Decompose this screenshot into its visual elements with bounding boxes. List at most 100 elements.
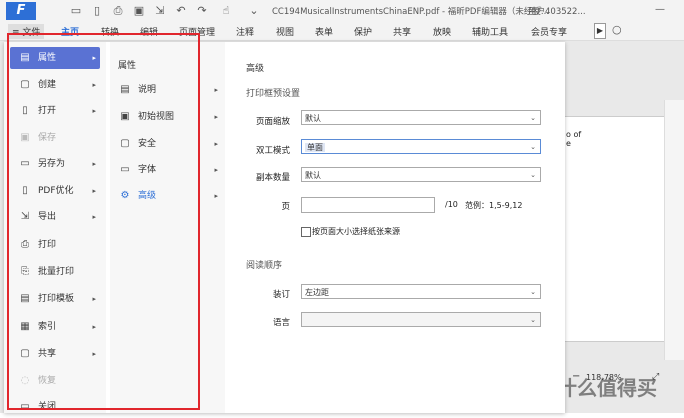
app-logo[interactable]: F [6,2,36,20]
copies-label: 副本数量 [255,173,290,183]
submenu-item-description[interactable]: ▤ 说明 ▸ [112,79,222,101]
tab-tools[interactable]: 辅助工具 [472,25,508,38]
index-icon: ▦ [20,321,30,332]
reading-order-heading: 阅读顺序 [246,261,283,271]
tab-home[interactable]: 主页 [61,25,79,38]
font-icon: ▭ [120,164,130,175]
chevron-down-icon: ⌄ [530,171,536,179]
tab-membership[interactable]: 会员专享 [531,25,567,38]
submenu-title: 属性 [118,61,137,71]
menu-item-properties[interactable]: ▤ 属性 ▸ [10,47,100,69]
menu-item-open[interactable]: ▯ 打开 ▸ [10,100,100,122]
properties-submenu: 属性 ▤ 说明 ▸ ▣ 初始视图 ▸ ▢ 安全 ▸ ▭ 字体 ▸ ⚙ 高级 ▸ [110,42,225,413]
tab-share[interactable]: 共享 [393,25,411,38]
export-icon[interactable]: ⇲ [154,4,166,17]
document-text: o of e [566,130,582,148]
user-account[interactable]: 用户403522... [528,5,586,17]
open-file-icon[interactable]: ▭ [70,4,82,17]
ribbon-scroll-right-icon[interactable]: ▶ [594,23,606,39]
chevron-right-icon: ▸ [92,213,96,221]
binding-select[interactable]: 左边距 ⌄ [301,284,541,299]
title-bar: F ▭ ▯ ⎙ ▣ ⇲ ↶ ↷ ☝ ⌄ CC194MusicalInstrume… [0,0,684,22]
chevron-right-icon: ▸ [214,192,218,200]
submenu-item-security[interactable]: ▢ 安全 ▸ [112,133,222,155]
menu-item-index[interactable]: ▦ 索引 ▸ [10,316,100,338]
menu-item-share[interactable]: ▢ 共享 ▸ [10,343,100,365]
tab-edit[interactable]: 编辑 [140,25,158,38]
language-label: 语言 [272,318,290,328]
menu-item-save-as[interactable]: ▭ 另存为 ▸ [10,153,100,175]
security-icon: ▢ [120,138,130,149]
menu-bar: ≡ 文件 主页 转换 编辑 页面管理 注释 视图 表单 保护 共享 放映 辅助工… [0,22,684,41]
page-range-hint: 范例：1,5-9,12 [465,201,523,210]
paper-size-checkbox[interactable] [301,227,311,237]
chevron-right-icon: ▸ [92,295,96,303]
print-presets-heading: 打印框预设置 [246,89,301,99]
page-scaling-select[interactable]: 默认 ⌄ [301,110,541,125]
share-icon: ▢ [20,348,30,359]
print-icon: ⎙ [21,239,29,250]
advanced-title: 高级 [246,64,265,74]
print-icon[interactable]: ⎙ [112,4,124,17]
page-input[interactable] [301,197,435,213]
page-scaling-label: 页面缩放 [255,117,290,127]
menu-item-create[interactable]: ▢ 创建 ▸ [10,74,100,96]
file-menu-button[interactable]: ≡ 文件 [8,24,45,39]
chevron-right-icon: ▸ [214,166,218,174]
submenu-item-initial-view[interactable]: ▣ 初始视图 ▸ [112,106,222,128]
menu-item-export[interactable]: ⇲ 导出 ▸ [10,206,100,228]
redo-icon[interactable]: ↷ [196,4,208,17]
description-icon: ▤ [120,84,130,95]
chevron-right-icon: ▸ [214,113,218,121]
chevron-right-icon: ▸ [92,81,96,89]
new-file-icon[interactable]: ▯ [91,4,103,17]
quick-access-more-icon[interactable]: ⌄ [248,4,260,17]
chevron-down-icon: ⌄ [530,143,536,151]
save-as-icon: ▭ [20,158,30,169]
chevron-right-icon: ▸ [92,160,96,168]
right-panel [664,100,684,360]
minimize-icon[interactable]: — [655,4,665,15]
chevron-right-icon: ▸ [92,323,96,331]
gear-icon: ⚙ [120,190,130,201]
submenu-item-advanced[interactable]: ⚙ 高级 ▸ [112,185,222,207]
language-select[interactable]: ⌄ [301,312,541,327]
tab-protect[interactable]: 保护 [354,25,372,38]
tab-page-management[interactable]: 页面管理 [179,25,215,38]
menu-item-restore[interactable]: ◌ 恢复 [10,370,100,392]
open-icon: ▯ [22,105,28,116]
menu-item-close[interactable]: ▭ 关闭 [10,396,100,418]
print-template-icon: ▤ [20,293,30,304]
duplex-label: 双工模式 [255,146,290,156]
page-label: 页 [281,202,290,212]
tab-present[interactable]: 放映 [433,25,451,38]
menu-item-pdf-optimize[interactable]: ▯ PDF优化 ▸ [10,180,100,202]
menu-item-batch-print[interactable]: ⎘ 批量打印 [10,261,100,283]
chevron-right-icon: ▸ [92,54,96,62]
menu-item-print-template[interactable]: ▤ 打印模板 ▸ [10,288,100,310]
tab-convert[interactable]: 转换 [101,25,119,38]
chevron-right-icon: ▸ [214,86,218,94]
undo-icon[interactable]: ↶ [175,4,187,17]
submenu-item-fonts[interactable]: ▭ 字体 ▸ [112,159,222,181]
copies-select[interactable]: 默认 ⌄ [301,167,541,182]
create-icon: ▢ [20,79,30,90]
menu-item-print[interactable]: ⎙ 打印 [10,234,100,256]
search-icon[interactable]: ○ [612,23,622,36]
paper-size-checkbox-label: 按页面大小选择纸张来源 [312,227,400,236]
menu-item-save[interactable]: ▣ 保存 [10,127,100,149]
properties-icon: ▤ [20,52,30,63]
restore-icon: ◌ [20,375,30,386]
tab-view[interactable]: 视图 [276,25,294,38]
tab-comment[interactable]: 注释 [236,25,254,38]
duplex-select[interactable]: 单面 ⌄ [301,139,541,154]
save-icon[interactable]: ▣ [133,4,145,17]
binding-label: 装订 [272,290,290,300]
document-title: CC194MusicalInstrumentsChinaENP.pdf - 福昕… [272,7,549,17]
export-icon: ⇲ [20,211,30,222]
hand-tool-icon[interactable]: ☝ [220,4,232,17]
initial-view-icon: ▣ [120,111,130,122]
tab-form[interactable]: 表单 [315,25,333,38]
batch-print-icon: ⎘ [21,266,29,277]
close-icon: ▭ [20,401,30,412]
